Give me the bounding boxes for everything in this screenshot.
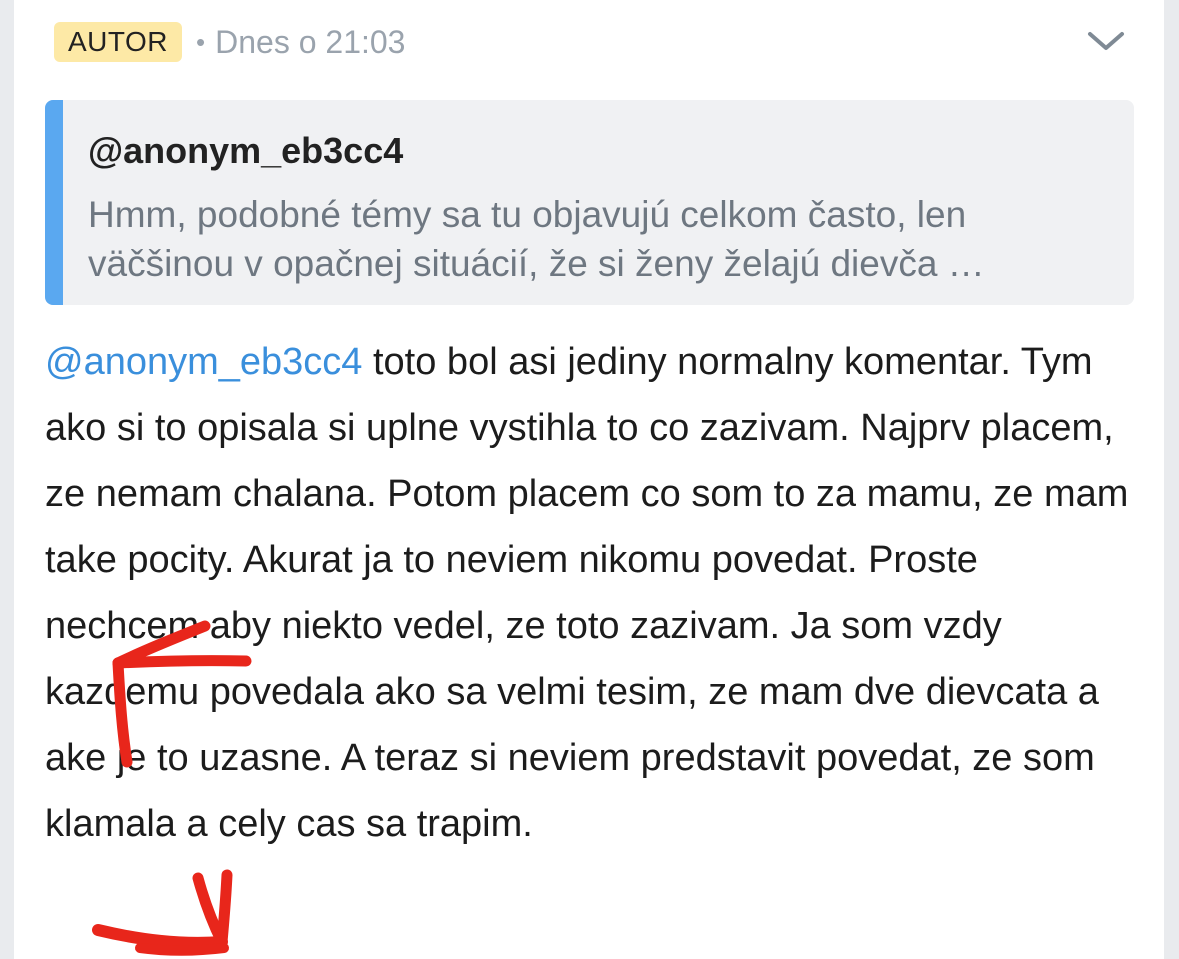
comment-timestamp: Dnes o 21:03 [215,23,406,60]
separator-dot: • [196,26,206,57]
quote-text-line: Hmm, podobné témy sa tu objavujú celkom … [88,194,967,235]
author-badge: AUTOR [54,22,182,62]
quote-text: Hmm, podobné témy sa tu objavujú celkom … [88,190,1108,288]
quote-accent-bar [45,100,63,305]
quote-text-line: väčšinou v opačnej situácií, že si ženy … [88,243,985,284]
quote-author: @anonym_eb3cc4 [88,130,404,171]
comment-body-text: toto bol asi jediny normalny komentar. T… [45,341,1129,845]
comment-meta: AUTOR • Dnes o 21:03 [54,20,405,64]
user-mention-link[interactable]: @anonym_eb3cc4 [45,341,362,383]
comment-body: @anonym_eb3cc4 toto bol asi jediny norma… [45,329,1135,857]
chevron-down-icon[interactable] [1086,26,1126,56]
comment-card: AUTOR • Dnes o 21:03 @anonym_eb3cc4 Hmm,… [14,0,1164,959]
quoted-comment[interactable]: @anonym_eb3cc4 Hmm, podobné témy sa tu o… [45,100,1134,305]
